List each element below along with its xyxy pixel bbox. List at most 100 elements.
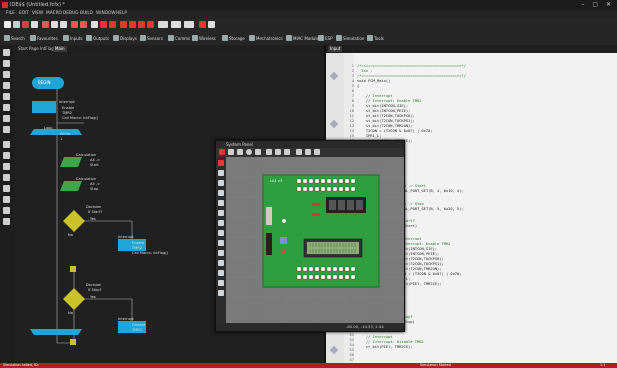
mechatronics-button[interactable]: Mechatronics xyxy=(249,34,283,42)
search-button[interactable]: Search xyxy=(4,34,25,42)
settings-icon[interactable] xyxy=(208,21,215,28)
triangle-icon[interactable] xyxy=(218,220,224,226)
switch-icon[interactable] xyxy=(3,163,10,170)
comment-icon[interactable] xyxy=(3,196,10,203)
shape-icon[interactable] xyxy=(218,250,224,256)
loop-icon[interactable] xyxy=(3,104,10,111)
connection-icon[interactable] xyxy=(3,93,10,100)
panel-icon[interactable] xyxy=(158,21,168,28)
wrench-icon[interactable] xyxy=(296,149,302,155)
3d-viewport[interactable]: LA1 v3 xyxy=(226,157,404,323)
title-bar: IDE$$ (Untitled.fcfx) * – ▢ ✕ xyxy=(0,0,617,10)
view-icon[interactable] xyxy=(275,149,281,155)
zoom-icon[interactable] xyxy=(255,149,261,155)
chip-icon[interactable] xyxy=(109,21,116,28)
outputs-button[interactable]: Outputs xyxy=(86,34,109,42)
shape-icon[interactable] xyxy=(218,260,224,266)
input-icon[interactable] xyxy=(3,49,10,56)
cut-icon[interactable] xyxy=(42,21,49,28)
c-code-icon[interactable] xyxy=(3,185,10,192)
rotate-icon[interactable] xyxy=(246,149,252,155)
menu-build[interactable]: BUILD xyxy=(80,11,93,16)
debug-icon[interactable] xyxy=(199,21,206,28)
step-icon[interactable] xyxy=(147,21,154,28)
stop-icon[interactable] xyxy=(138,21,145,28)
bookmark-icon xyxy=(329,345,339,355)
wireless-button[interactable]: Wireless xyxy=(192,34,216,42)
tab-main[interactable]: Main xyxy=(53,46,67,52)
undo-icon[interactable] xyxy=(71,21,78,28)
inputs-button[interactable]: Inputs xyxy=(63,34,82,42)
tools-button[interactable]: Tools xyxy=(367,34,384,42)
output-icon[interactable] xyxy=(3,60,10,67)
print-icon[interactable] xyxy=(31,21,38,28)
redo-icon[interactable] xyxy=(80,21,87,28)
compile-icon[interactable] xyxy=(100,21,107,28)
comms-button[interactable]: Comms xyxy=(168,34,190,42)
tools-icon xyxy=(367,35,373,41)
shape-icon[interactable] xyxy=(218,270,224,276)
interrupt-2-title: Interrupt xyxy=(118,235,134,239)
shape-icon[interactable] xyxy=(218,230,224,236)
cone-icon[interactable] xyxy=(218,210,224,216)
menu-file[interactable]: FILE xyxy=(6,11,15,16)
play-icon[interactable] xyxy=(129,21,136,28)
open-icon[interactable] xyxy=(13,21,20,28)
shape-icon[interactable] xyxy=(218,280,224,286)
bracket-icon[interactable] xyxy=(3,218,10,225)
menu-macro[interactable]: MACRO xyxy=(46,11,62,16)
miac-module-button[interactable]: MIAC Module xyxy=(286,34,319,42)
pointer-icon[interactable] xyxy=(228,149,234,155)
menu-window[interactable]: WINDOW xyxy=(96,11,116,16)
menu-view[interactable]: VIEW xyxy=(32,11,43,16)
find-icon[interactable] xyxy=(91,21,98,28)
circle-icon[interactable] xyxy=(218,200,224,206)
move-icon[interactable] xyxy=(237,149,243,155)
connector-2 xyxy=(70,339,76,345)
shape-icon[interactable] xyxy=(218,240,224,246)
menu-help[interactable]: HELP xyxy=(116,11,127,16)
new-file-icon[interactable] xyxy=(4,21,11,28)
grid-icon[interactable] xyxy=(284,149,290,155)
console-icon[interactable] xyxy=(171,21,181,28)
system-panel-titlebar[interactable]: System Panel xyxy=(216,141,404,148)
shape-icon[interactable] xyxy=(218,160,224,166)
calculation-icon[interactable] xyxy=(3,141,10,148)
chip-view-icon[interactable] xyxy=(184,21,194,28)
tab-input[interactable]: Input xyxy=(328,46,343,52)
line-number: 9 xyxy=(351,104,354,108)
probe-icon[interactable] xyxy=(305,149,311,155)
link-icon[interactable] xyxy=(3,207,10,214)
decision-icon[interactable] xyxy=(3,82,10,89)
macro-icon[interactable] xyxy=(3,126,10,133)
esp-button[interactable]: ESP xyxy=(318,34,332,42)
shape-icon[interactable] xyxy=(218,290,224,296)
component-macro-icon[interactable] xyxy=(3,115,10,122)
copy-icon[interactable] xyxy=(51,21,58,28)
simulation-button[interactable]: Simulation xyxy=(336,34,364,42)
favourites-button[interactable]: Favourites xyxy=(30,34,58,42)
pause-icon[interactable] xyxy=(120,21,127,28)
sensors-button[interactable]: Sensors xyxy=(140,34,163,42)
displays-button[interactable]: Displays xyxy=(113,34,137,42)
cylinder-icon[interactable] xyxy=(218,190,224,196)
camera-coordinates: -80.00, -14.33, 2.44 xyxy=(346,324,384,329)
window-controls[interactable]: – ▢ ✕ xyxy=(581,0,614,10)
paste-icon[interactable] xyxy=(60,21,67,28)
camera-icon[interactable] xyxy=(266,149,272,155)
switch-red-2 xyxy=(312,213,320,216)
system-panel[interactable]: System Panel LA1 v3 -80.00, -14.33, 2.44 xyxy=(215,140,405,332)
delay-icon[interactable] xyxy=(3,71,10,78)
save-icon[interactable] xyxy=(22,21,29,28)
interrupt-icon[interactable] xyxy=(3,174,10,181)
calculation-block-2 xyxy=(60,181,82,191)
code-line: // Interrupt: Enable TMR2 xyxy=(357,99,422,103)
menu-edit[interactable]: EDIT xyxy=(19,11,29,16)
sphere-icon[interactable] xyxy=(218,170,224,176)
menu-debug[interactable]: DEBUG xyxy=(63,11,78,16)
cube-icon[interactable] xyxy=(218,180,224,186)
settings-icon[interactable] xyxy=(314,149,320,155)
record-icon[interactable] xyxy=(219,149,225,155)
string-icon[interactable] xyxy=(3,152,10,159)
storage-button[interactable]: Storage xyxy=(222,34,245,42)
